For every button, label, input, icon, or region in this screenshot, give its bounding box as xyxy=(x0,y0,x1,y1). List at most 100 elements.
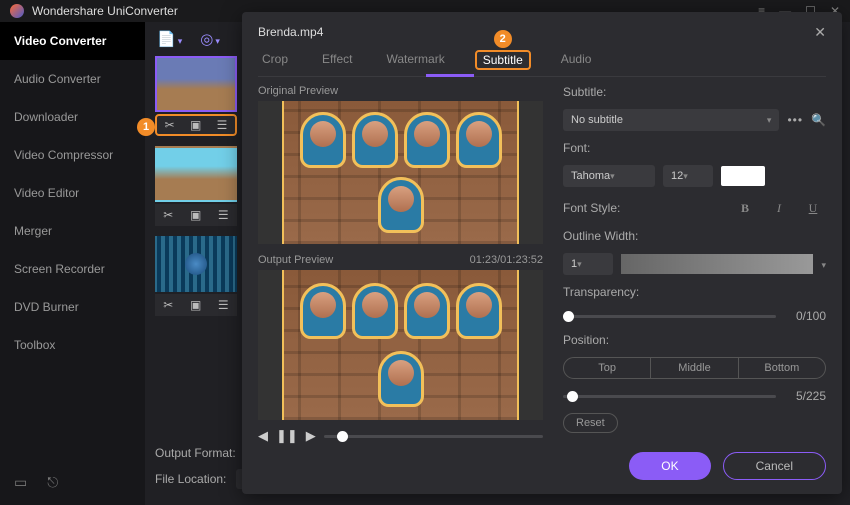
sidebar-item-label: DVD Burner xyxy=(14,300,79,314)
app-logo-icon xyxy=(10,4,24,18)
add-file-icon[interactable]: 📄▾ xyxy=(157,30,182,48)
crop-icon[interactable]: ▣ xyxy=(190,208,201,222)
transparency-slider[interactable] xyxy=(563,315,776,318)
dialog-tabs: Crop Effect Watermark 2 Subtitle Audio xyxy=(258,50,826,77)
callout-badge-2: 2 xyxy=(494,30,512,48)
clip-thumbnail[interactable] xyxy=(155,146,237,202)
sidebar-item-video-compressor[interactable]: Video Compressor xyxy=(0,136,145,174)
cut-icon[interactable]: ✂ xyxy=(163,208,173,222)
sidebar-item-audio-converter[interactable]: Audio Converter xyxy=(0,60,145,98)
output-preview xyxy=(258,270,543,420)
file-location-label: File Location: xyxy=(155,472,226,486)
subtitle-search-icon[interactable]: 🔍 xyxy=(811,113,826,127)
subtitle-value: No subtitle xyxy=(571,114,623,126)
font-family-value: Tahoma xyxy=(571,170,610,182)
clip-toolbar: 1 ✂ ▣ ☰ xyxy=(155,114,237,136)
cut-icon[interactable]: ✂ xyxy=(163,298,173,312)
sidebar-item-toolbox[interactable]: Toolbox xyxy=(0,326,145,364)
original-preview xyxy=(258,101,543,244)
font-style-label: Font Style: xyxy=(563,201,724,215)
font-size-value: 12 xyxy=(671,170,683,182)
outline-color-chevron-icon[interactable] xyxy=(821,257,826,271)
tab-audio[interactable]: Audio xyxy=(557,50,596,70)
subtitle-browse-icon[interactable]: ••• xyxy=(787,113,803,127)
sidebar-item-label: Video Converter xyxy=(14,34,106,48)
target-icon[interactable]: ◎▾ xyxy=(200,30,220,48)
sidebar-item-label: Toolbox xyxy=(14,338,55,352)
reset-button[interactable]: Reset xyxy=(563,413,618,433)
tab-watermark[interactable]: Watermark xyxy=(382,50,448,70)
clip-item: 1 ✂ ▣ ☰ xyxy=(155,56,237,136)
subtitle-select[interactable]: No subtitle xyxy=(563,109,779,131)
tab-subtitle[interactable]: 2 Subtitle xyxy=(475,50,531,70)
position-label: Position: xyxy=(563,333,826,347)
italic-button[interactable]: I xyxy=(766,197,792,219)
subtitle-label: Subtitle: xyxy=(563,85,826,99)
tab-label: Subtitle xyxy=(483,53,523,67)
dialog-title: Brenda.mp4 xyxy=(258,25,323,39)
outline-width-select[interactable]: 1 xyxy=(563,253,613,275)
settings-column: Subtitle: No subtitle ••• 🔍 Font: Tahoma… xyxy=(563,85,826,444)
clip-item: ✂ ▣ ☰ xyxy=(155,146,237,226)
sidebar-item-downloader[interactable]: Downloader xyxy=(0,98,145,136)
clip-thumbnail[interactable] xyxy=(155,236,237,292)
outline-width-value: 1 xyxy=(571,258,577,270)
original-preview-label: Original Preview xyxy=(258,85,338,97)
clip-item: ✂ ▣ ☰ xyxy=(155,236,237,316)
app-title: Wondershare UniConverter xyxy=(32,4,178,18)
next-icon[interactable]: ▶ xyxy=(306,428,316,444)
font-color-swatch[interactable] xyxy=(721,166,765,186)
clip-toolbar: ✂ ▣ ☰ xyxy=(155,204,237,226)
sidebar-item-video-converter[interactable]: Video Converter xyxy=(0,22,145,60)
position-bottom-button[interactable]: Bottom xyxy=(739,358,825,378)
sidebar-item-label: Video Editor xyxy=(14,186,79,200)
clip-toolbar: ✂ ▣ ☰ xyxy=(155,294,237,316)
position-value: 5/225 xyxy=(784,389,826,403)
transparency-label: Transparency: xyxy=(563,285,826,299)
clip-thumbnail[interactable] xyxy=(155,56,237,112)
tab-crop[interactable]: Crop xyxy=(258,50,292,70)
font-size-select[interactable]: 12 xyxy=(663,165,713,187)
playback-controls: ◀ ❚❚ ▶ xyxy=(258,428,543,444)
callout-badge-1: 1 xyxy=(137,118,155,136)
outline-color-bar[interactable] xyxy=(621,254,813,274)
sidebar-item-label: Screen Recorder xyxy=(14,262,105,276)
cut-icon[interactable]: ✂ xyxy=(165,118,175,132)
font-label: Font: xyxy=(563,141,826,155)
settings-icon[interactable]: ☰ xyxy=(218,208,229,222)
tab-underline xyxy=(426,74,474,77)
sidebar-item-video-editor[interactable]: Video Editor xyxy=(0,174,145,212)
cancel-button[interactable]: Cancel xyxy=(723,452,826,480)
edit-dialog: Brenda.mp4 ✕ Crop Effect Watermark 2 Sub… xyxy=(242,12,842,494)
position-top-button[interactable]: Top xyxy=(564,358,651,378)
guide-icon[interactable]: ▭ xyxy=(14,474,27,491)
tab-effect[interactable]: Effect xyxy=(318,50,356,70)
settings-icon[interactable]: ☰ xyxy=(218,298,229,312)
sidebar-item-screen-recorder[interactable]: Screen Recorder xyxy=(0,250,145,288)
prev-icon[interactable]: ◀ xyxy=(258,428,268,444)
settings-icon[interactable]: ☰ xyxy=(217,118,228,132)
crop-icon[interactable]: ▣ xyxy=(190,298,201,312)
font-family-select[interactable]: Tahoma xyxy=(563,165,655,187)
dialog-close-icon[interactable]: ✕ xyxy=(814,24,826,41)
position-slider[interactable] xyxy=(563,395,776,398)
output-format-label: Output Format: xyxy=(155,446,236,460)
sidebar-item-merger[interactable]: Merger xyxy=(0,212,145,250)
account-icon[interactable]: ⎋ xyxy=(47,474,58,491)
outline-width-label: Outline Width: xyxy=(563,229,826,243)
sidebar-item-label: Merger xyxy=(14,224,52,238)
timeline-slider[interactable] xyxy=(324,435,543,438)
sidebar-item-label: Downloader xyxy=(14,110,78,124)
bold-button[interactable]: B xyxy=(732,197,758,219)
transparency-value: 0/100 xyxy=(784,309,826,323)
position-middle-button[interactable]: Middle xyxy=(651,358,738,378)
sidebar-item-label: Video Compressor xyxy=(14,148,113,162)
time-display: 01:23/01:23:52 xyxy=(470,254,543,266)
position-segment: Top Middle Bottom xyxy=(563,357,826,379)
crop-icon[interactable]: ▣ xyxy=(190,118,201,132)
sidebar-item-dvd-burner[interactable]: DVD Burner xyxy=(0,288,145,326)
ok-button[interactable]: OK xyxy=(629,452,710,480)
pause-icon[interactable]: ❚❚ xyxy=(276,428,298,444)
underline-button[interactable]: U xyxy=(800,197,826,219)
sidebar-item-label: Audio Converter xyxy=(14,72,101,86)
